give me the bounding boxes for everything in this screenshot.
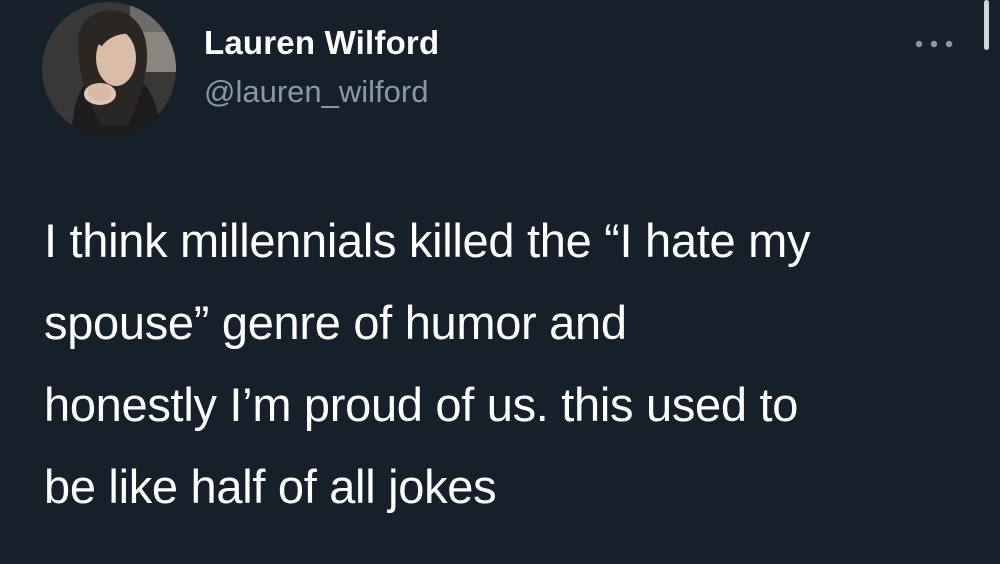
tweet-text-line: be like half of all jokes	[44, 460, 497, 513]
tweet-text-line: I think millennials killed the “I hate m…	[44, 214, 811, 267]
scrollbar-thumb[interactable]	[984, 0, 989, 50]
ellipsis-icon[interactable]	[912, 30, 956, 54]
tweet: Lauren Wilford @lauren_wilford I think m…	[0, 0, 1000, 564]
avatar[interactable]	[42, 2, 176, 136]
profile-photo-icon	[42, 2, 176, 136]
tweet-text-line: honestly I’m proud of us. this used to	[44, 378, 799, 431]
author-display-name[interactable]: Lauren Wilford	[204, 24, 439, 62]
author-handle[interactable]: @lauren_wilford	[204, 74, 428, 110]
tweet-text: I think millennials killed the “I hate m…	[44, 200, 974, 528]
tweet-text-line: spouse” genre of humor and	[44, 296, 627, 349]
